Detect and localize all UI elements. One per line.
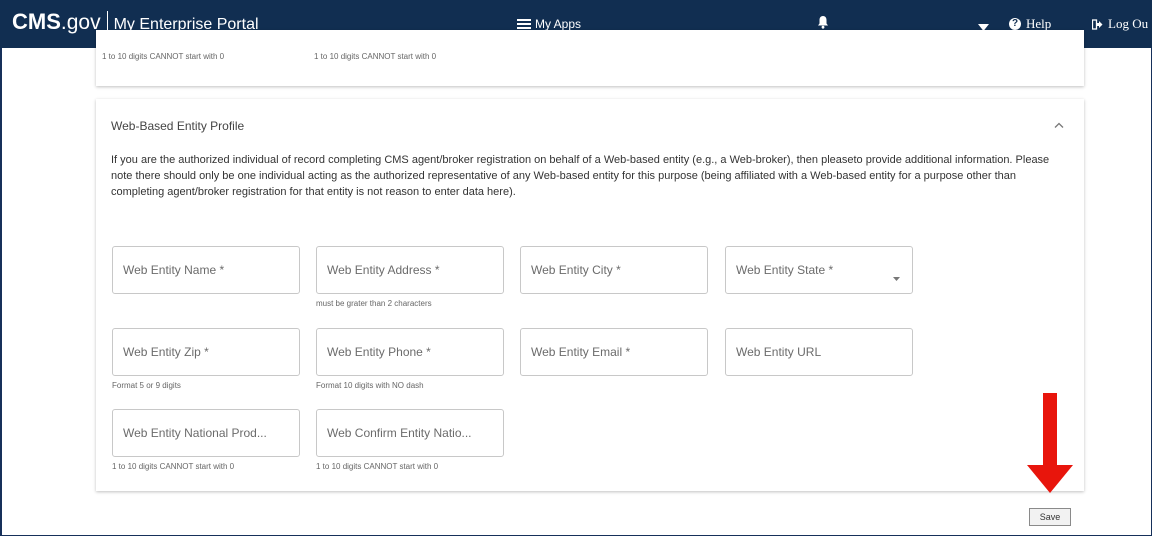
save-button[interactable]: Save bbox=[1029, 508, 1071, 526]
field-placeholder: Web Entity National Prod... bbox=[123, 426, 267, 440]
web-entity-npn-field[interactable]: Web Entity National Prod... bbox=[112, 409, 300, 457]
web-entity-city-field[interactable]: Web Entity City * bbox=[520, 246, 708, 294]
field-placeholder: Web Entity Zip * bbox=[123, 345, 209, 359]
brand-cms: CMS bbox=[12, 9, 61, 34]
field-placeholder: Web Entity URL bbox=[736, 345, 822, 359]
field-placeholder: Web Entity State * bbox=[736, 263, 834, 277]
field-placeholder: Web Entity Address * bbox=[327, 263, 440, 277]
my-apps-link[interactable]: My Apps bbox=[517, 17, 581, 31]
section-title: Web-Based Entity Profile bbox=[111, 119, 245, 133]
sign-out-icon bbox=[1092, 18, 1103, 30]
web-entity-zip-field[interactable]: Web Entity Zip * bbox=[112, 328, 300, 376]
confirm-npn-hint: 1 to 10 digits CANNOT start with 0 bbox=[316, 462, 439, 471]
red-arrow-down-icon bbox=[1027, 393, 1073, 493]
web-entity-url-field[interactable]: Web Entity URL bbox=[725, 328, 913, 376]
web-confirm-npn-field[interactable]: Web Confirm Entity Natio... bbox=[316, 409, 504, 457]
field-hint: 1 to 10 digits CANNOT start with 0 bbox=[314, 52, 437, 61]
npn-hint: 1 to 10 digits CANNOT start with 0 bbox=[112, 462, 235, 471]
section-description: If you are the authorized individual of … bbox=[111, 154, 1050, 198]
previous-section-card: 1 to 10 digits CANNOT start with 0 1 to … bbox=[96, 30, 1084, 86]
question-circle-icon: ? bbox=[1009, 18, 1021, 30]
brand-gov: .gov bbox=[60, 11, 101, 34]
field-placeholder: Web Entity Name * bbox=[123, 263, 225, 277]
logout-link[interactable]: Log Ou bbox=[1092, 16, 1148, 32]
zip-hint: Format 5 or 9 digits bbox=[112, 381, 181, 390]
phone-hint: Format 10 digits with NO dash bbox=[316, 381, 424, 390]
field-placeholder: Web Entity Email * bbox=[531, 345, 631, 359]
chevron-up-icon[interactable] bbox=[1054, 115, 1064, 133]
field-placeholder: Web Confirm Entity Natio... bbox=[327, 426, 472, 440]
field-hint: 1 to 10 digits CANNOT start with 0 bbox=[102, 52, 225, 61]
field-placeholder: Web Entity City * bbox=[531, 263, 621, 277]
web-entity-phone-field[interactable]: Web Entity Phone * bbox=[316, 328, 504, 376]
web-entity-email-field[interactable]: Web Entity Email * bbox=[520, 328, 708, 376]
web-entity-profile-card: Web-Based Entity Profile If you are the … bbox=[96, 99, 1084, 491]
dropdown-arrow-icon bbox=[893, 268, 900, 286]
menu-icon bbox=[517, 19, 531, 29]
logout-label: Log Ou bbox=[1108, 16, 1149, 31]
my-apps-label: My Apps bbox=[535, 17, 582, 31]
web-entity-address-field[interactable]: Web Entity Address * bbox=[316, 246, 504, 294]
field-placeholder: Web Entity Phone * bbox=[327, 345, 431, 359]
web-entity-state-select[interactable]: Web Entity State * bbox=[725, 246, 913, 294]
web-entity-name-field[interactable]: Web Entity Name * bbox=[112, 246, 300, 294]
address-hint: must be grater than 2 characters bbox=[316, 299, 432, 308]
